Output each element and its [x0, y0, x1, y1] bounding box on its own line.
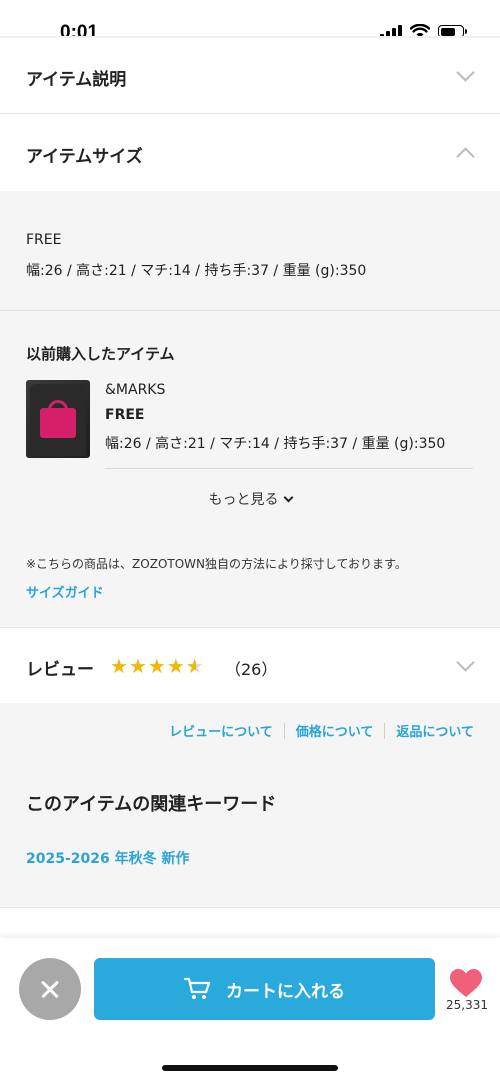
heart-icon[interactable] [449, 968, 483, 998]
rating-stars: ★ ★ ★ ★ ★ [110, 656, 204, 676]
item-divider [105, 468, 473, 469]
previous-purchase-title: 以前購入したアイテム [26, 345, 175, 363]
star-icon: ★ [128, 654, 147, 678]
star-half-icon: ★ [185, 654, 204, 678]
previous-item-brand: &MARKS [105, 382, 166, 398]
chevron-down-icon [283, 492, 293, 503]
more-button[interactable]: もっと見る [0, 489, 500, 509]
accordion-item-description[interactable]: アイテム説明 [0, 38, 500, 114]
star-icon: ★ [110, 654, 128, 678]
review-info-link[interactable]: レビューについて [169, 721, 273, 740]
section-divider [0, 310, 500, 311]
previous-item-measurements: 幅:26 / 高さ:21 / マチ:14 / 持ち手:37 / 重量 (g):3… [105, 436, 446, 452]
previous-item-thumbnail[interactable] [26, 380, 90, 458]
info-links: レビューについて 価格について 返品について [169, 721, 474, 740]
add-to-cart-label: カートに入れる [226, 981, 345, 1002]
measurement-note: ※こちらの商品は、ZOZOTOWN独自の方法により採寸しております。 [26, 557, 407, 571]
size-measurements: 幅:26 / 高さ:21 / マチ:14 / 持ち手:37 / 重量 (g):3… [26, 263, 367, 279]
cart-icon [184, 977, 211, 999]
section-divider [0, 907, 500, 908]
accordion-title-size: アイテムサイズ [26, 147, 143, 167]
review-label: レビュー [26, 660, 94, 680]
bottom-action-bar: カートに入れる 25,331 [0, 938, 500, 1080]
size-guide-link[interactable]: サイズガイド [26, 582, 104, 601]
add-to-cart-button[interactable]: カートに入れる [94, 958, 435, 1020]
review-count: （26） [225, 660, 278, 679]
chevron-up-icon [456, 147, 475, 166]
more-label: もっと見る [208, 492, 279, 508]
previous-item-size: FREE [105, 407, 145, 423]
chevron-down-icon [456, 63, 475, 82]
star-icon: ★ [147, 654, 166, 678]
chevron-down-icon [456, 653, 475, 672]
accordion-review[interactable]: レビュー ★ ★ ★ ★ ★ （26） [0, 627, 500, 703]
keyword-link[interactable]: 2025-2026 年秋冬 新作 [26, 848, 190, 868]
close-button[interactable] [19, 958, 81, 1020]
accordion-item-size[interactable]: アイテムサイズ [0, 114, 500, 191]
star-icon: ★ [166, 654, 185, 678]
return-info-link[interactable]: 返品について [396, 721, 474, 740]
keywords-title: このアイテムの関連キーワード [26, 794, 277, 815]
price-info-link[interactable]: 価格について [296, 721, 374, 740]
accordion-title-description: アイテム説明 [26, 70, 127, 90]
home-indicator [162, 1065, 338, 1071]
favorite-count: 25,331 [446, 998, 488, 1012]
size-name: FREE [26, 232, 62, 248]
